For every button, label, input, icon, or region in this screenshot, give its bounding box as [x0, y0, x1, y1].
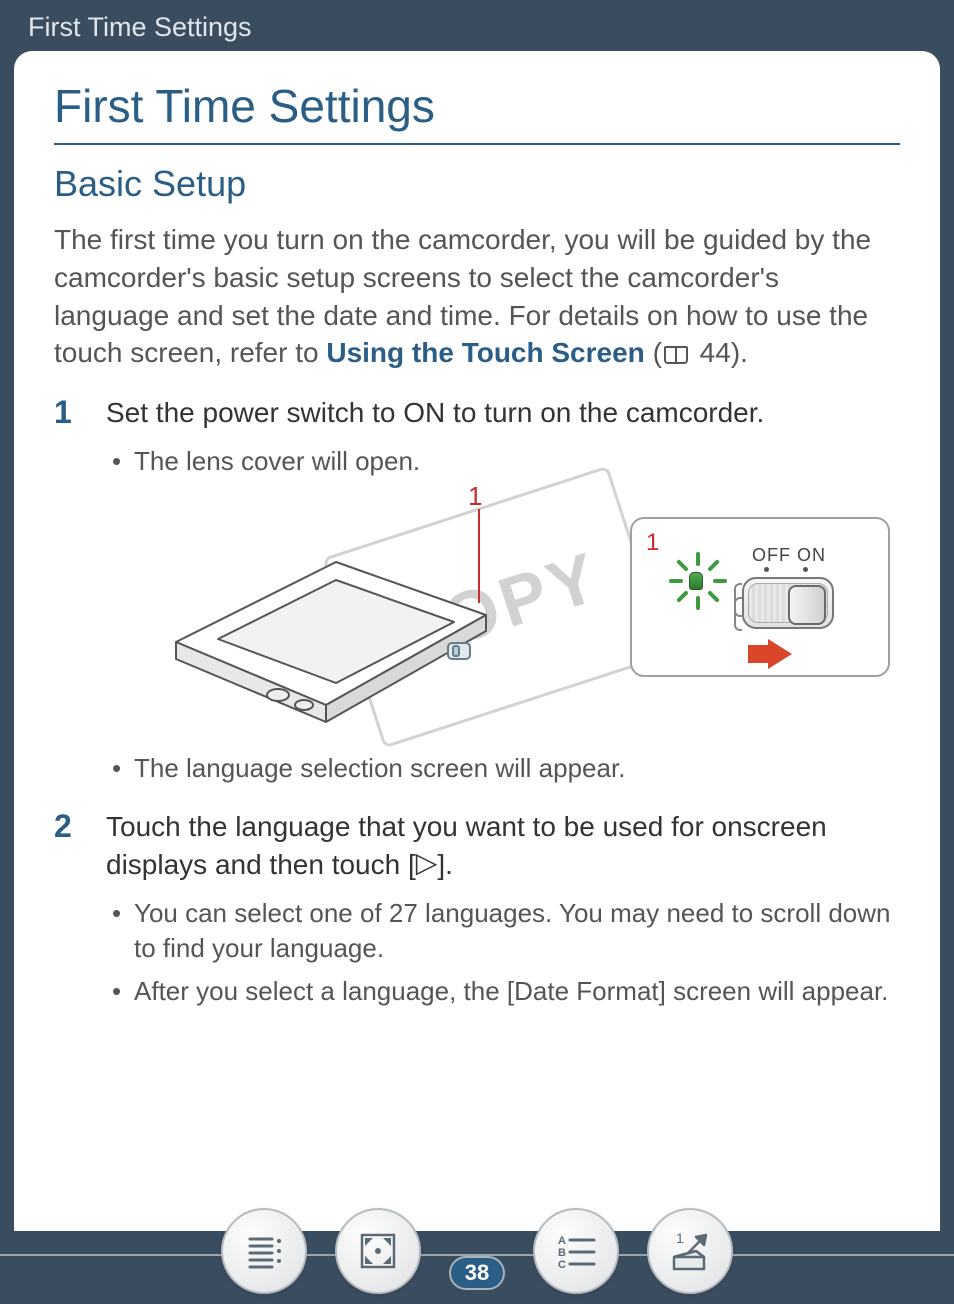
page-title: First Time Settings [54, 79, 900, 145]
touch-screen-link[interactable]: Using the Touch Screen [326, 337, 644, 368]
step-2: 2 Touch the language that you want to be… [54, 808, 900, 1017]
step-1-bullet-2: The language selection screen will appea… [110, 751, 900, 786]
nav-top-button[interactable]: 1 [647, 1208, 733, 1294]
box-arrow-icon: 1 [666, 1227, 714, 1275]
power-switch-icon [742, 577, 834, 629]
step-2-bullet-1: You can select one of 27 languages. You … [110, 896, 900, 966]
nav-toc-button[interactable] [221, 1208, 307, 1294]
nav-expand-button[interactable] [335, 1208, 421, 1294]
switch-dots [764, 567, 808, 572]
svg-text:B: B [558, 1247, 566, 1259]
expand-icon [356, 1229, 400, 1273]
nav-index-button[interactable]: ABC [533, 1208, 619, 1294]
step-2-text-pre: Touch the language that you want to be u… [106, 811, 827, 880]
step-1: 1 Set the power switch to ON to turn on … [54, 394, 900, 794]
camcorder-illustration [166, 547, 496, 727]
step-1-number: 1 [54, 394, 84, 794]
step-2-text: Touch the language that you want to be u… [106, 808, 900, 884]
step-1-bullet-1: The lens cover will open. [110, 444, 900, 479]
triangle-right-icon: ▷ [416, 844, 438, 882]
list-icon [242, 1229, 286, 1273]
step-1-text: Set the power switch to ON to turn on th… [106, 394, 900, 432]
page-card: First Time Settings Basic Setup The firs… [14, 51, 940, 1231]
off-on-label: OFF ON [752, 545, 826, 566]
svg-text:A: A [558, 1235, 566, 1247]
bottom-bar: 38 ABC 1 [0, 1194, 954, 1304]
step-2-bullet-2: After you select a language, the [Date F… [110, 974, 900, 1009]
intro-ref: 44). [692, 337, 748, 368]
page-number-pill: 38 [449, 1256, 505, 1290]
step-2-number: 2 [54, 808, 84, 1017]
arrow-right-icon [768, 639, 792, 669]
header-breadcrumb: First Time Settings [0, 0, 954, 51]
section-title: Basic Setup [54, 163, 900, 205]
abc-list-icon: ABC [552, 1229, 600, 1273]
svg-text:C: C [558, 1259, 566, 1271]
power-led-icon [689, 572, 703, 590]
book-icon [664, 346, 688, 364]
intro-text-open: ( [653, 337, 662, 368]
intro-paragraph: The first time you turn on the camcorder… [54, 221, 900, 372]
callout-label-right: 1 [646, 529, 659, 557]
step-2-text-post: ]. [437, 849, 453, 880]
callout-label-left: 1 [468, 481, 482, 512]
power-switch-panel: 1 OFF ON [630, 517, 890, 677]
illustration-area: COPY 1 1 [106, 487, 900, 737]
svg-text:1: 1 [676, 1230, 684, 1246]
